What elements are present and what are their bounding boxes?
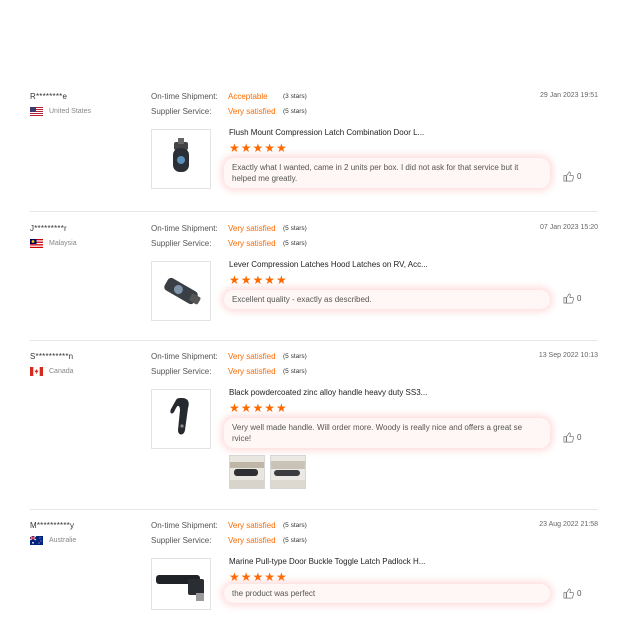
service-label: Supplier Service:: [151, 536, 212, 545]
review-text: Very well made handle. Will order more. …: [224, 418, 550, 448]
review-item: R********e United States On-time Shipmen…: [30, 92, 600, 204]
buyer-name: J*********r: [30, 224, 67, 233]
like-button[interactable]: 0: [563, 293, 581, 304]
product-title[interactable]: Lever Compression Latches Hood Latches o…: [229, 260, 428, 269]
rating-stars: ★★★★★: [229, 401, 288, 415]
shipment-label: On-time Shipment:: [151, 352, 218, 361]
shipment-stars: (5 stars): [283, 225, 307, 232]
malaysia-flag-icon: [30, 239, 43, 248]
shipment-label: On-time Shipment:: [151, 224, 218, 233]
shipment-stars: (5 stars): [283, 522, 307, 529]
thumbs-up-icon: [563, 432, 574, 443]
service-label: Supplier Service:: [151, 367, 212, 376]
like-button[interactable]: 0: [563, 171, 581, 182]
service-value: Very satisfied: [228, 536, 276, 545]
review-date: 13 Sep 2022 10:13: [538, 352, 598, 359]
review-text: the product was perfect: [224, 584, 550, 603]
buyer-name: M**********y: [30, 521, 75, 530]
review-separator: [30, 509, 598, 510]
review-text: Exactly what I wanted, came in 2 units p…: [224, 158, 550, 188]
shipment-value: Very satisfied: [228, 521, 276, 530]
review-photo[interactable]: [229, 455, 265, 489]
product-thumbnail[interactable]: [151, 129, 211, 189]
country-name: Malaysia: [49, 240, 77, 247]
review-separator: [30, 340, 598, 341]
product-title[interactable]: Black powdercoated zinc alloy handle hea…: [229, 388, 427, 397]
service-label: Supplier Service:: [151, 239, 212, 248]
canada-flag-icon: [30, 367, 43, 376]
shipment-stars: (5 stars): [283, 353, 307, 360]
buyer-name: S**********n: [30, 352, 74, 361]
like-button[interactable]: 0: [563, 588, 581, 599]
buyer-country: United States: [30, 107, 91, 116]
like-count: 0: [577, 294, 582, 303]
rating-stars: ★★★★★: [229, 273, 288, 287]
lever-latch-image: [164, 277, 201, 305]
review-date: 23 Aug 2022 21:58: [539, 521, 598, 528]
rating-stars: ★★★★★: [229, 141, 288, 155]
buyer-country: Australie: [29, 535, 77, 545]
buyer-name: R********e: [30, 92, 68, 101]
australia-flag-icon: [29, 535, 43, 545]
thumbs-up-icon: [563, 588, 574, 599]
shipment-label: On-time Shipment:: [151, 521, 218, 530]
buyer-country: Malaysia: [30, 239, 77, 248]
service-value: Very satisfied: [228, 107, 276, 116]
product-title[interactable]: Marine Pull-type Door Buckle Toggle Latc…: [229, 557, 425, 566]
review-photo-image: [271, 456, 305, 488]
review-separator: [30, 211, 598, 212]
service-label: Supplier Service:: [151, 107, 212, 116]
product-thumbnail[interactable]: [151, 558, 211, 610]
buyer-country: Canada: [30, 367, 74, 376]
product-thumbnail[interactable]: [151, 389, 211, 449]
country-name: United States: [49, 108, 92, 115]
review-item: J*********r Malaysia On-time Shipment: V…: [30, 224, 600, 324]
review-date: 29 Jan 2023 19:51: [540, 92, 598, 99]
review-item: S**********n Canada On-time Shipment: Ve…: [30, 352, 600, 492]
shipment-value: Very satisfied: [228, 224, 276, 233]
review-text: Excellent quality - exactly as described…: [224, 290, 550, 309]
latch-image: [173, 138, 189, 172]
toggle-latch-image: [156, 575, 204, 601]
shipment-label: On-time Shipment:: [151, 92, 218, 101]
us-flag-icon: [30, 107, 43, 116]
shipment-stars: (3 stars): [283, 93, 307, 100]
review-photo-image: [230, 456, 264, 488]
service-value: Very satisfied: [228, 239, 276, 248]
review-photo[interactable]: [270, 455, 306, 489]
service-stars: (5 stars): [283, 368, 307, 375]
like-count: 0: [577, 433, 582, 442]
handle-image: [170, 398, 189, 435]
shipment-value: Very satisfied: [228, 352, 276, 361]
shipment-value: Acceptable: [228, 92, 268, 101]
country-name: Canada: [49, 368, 74, 375]
like-count: 0: [577, 172, 582, 181]
service-stars: (5 stars): [283, 108, 307, 115]
product-title[interactable]: Flush Mount Compression Latch Combinatio…: [229, 128, 424, 137]
rating-stars: ★★★★★: [229, 570, 288, 584]
service-value: Very satisfied: [228, 367, 276, 376]
service-stars: (5 stars): [283, 240, 307, 247]
thumbs-up-icon: [563, 171, 574, 182]
review-date: 07 Jan 2023 15:20: [540, 224, 598, 231]
product-thumbnail[interactable]: [151, 261, 211, 321]
country-name: Australie: [49, 537, 77, 544]
thumbs-up-icon: [563, 293, 574, 304]
review-item: M**********y Australie On-time Shipment:…: [29, 521, 600, 640]
like-count: 0: [577, 589, 582, 598]
service-stars: (5 stars): [283, 537, 307, 544]
like-button[interactable]: 0: [563, 432, 581, 443]
